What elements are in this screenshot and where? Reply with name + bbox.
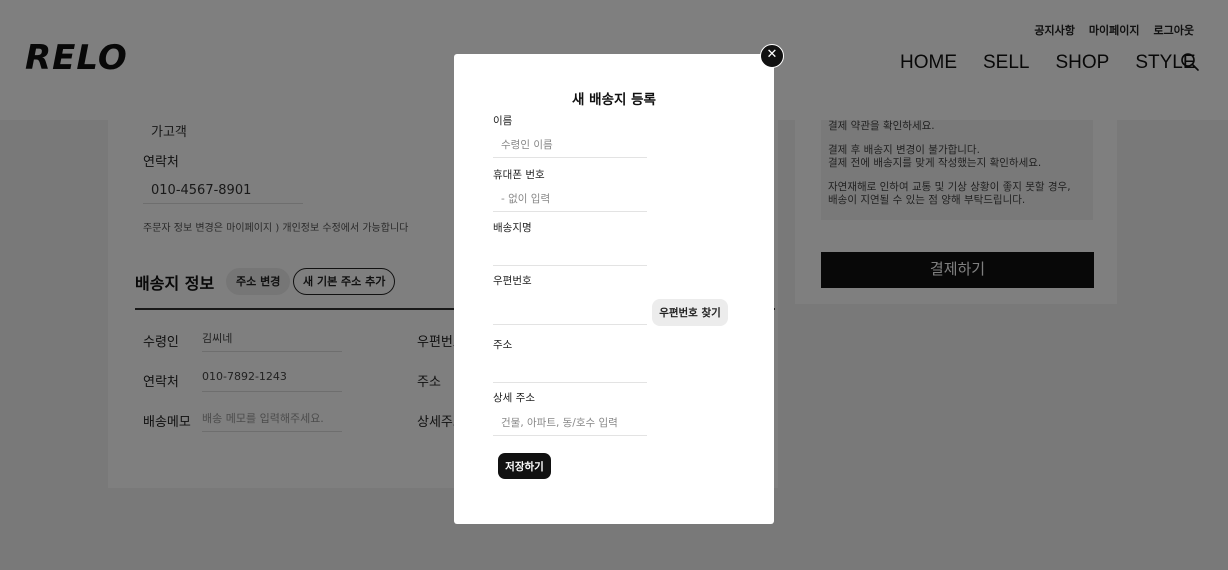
find-zip-code-button[interactable]: 우편번호 찾기 (652, 299, 728, 326)
phone-label: 휴대폰 번호 (493, 169, 545, 181)
save-button[interactable]: 저장하기 (498, 453, 551, 479)
zip-code-label: 우편번호 (493, 275, 532, 287)
phone-input[interactable] (493, 186, 647, 212)
address-label: 주소 (493, 339, 513, 351)
new-address-modal: 새 배송지 등록 이름 휴대폰 번호 배송지명 우편번호 우편번호 찾기 주소 … (454, 54, 774, 524)
detail-address-label: 상세 주소 (493, 392, 535, 404)
address-input[interactable] (493, 357, 647, 383)
name-input[interactable] (493, 132, 647, 158)
close-icon[interactable]: ✕ (760, 44, 784, 68)
address-alias-label: 배송지명 (493, 222, 532, 234)
zip-code-input[interactable] (493, 299, 647, 325)
modal-title: 새 배송지 등록 (572, 92, 656, 108)
detail-address-input[interactable] (493, 410, 647, 436)
name-label: 이름 (493, 115, 513, 127)
address-alias-input[interactable] (493, 240, 647, 266)
